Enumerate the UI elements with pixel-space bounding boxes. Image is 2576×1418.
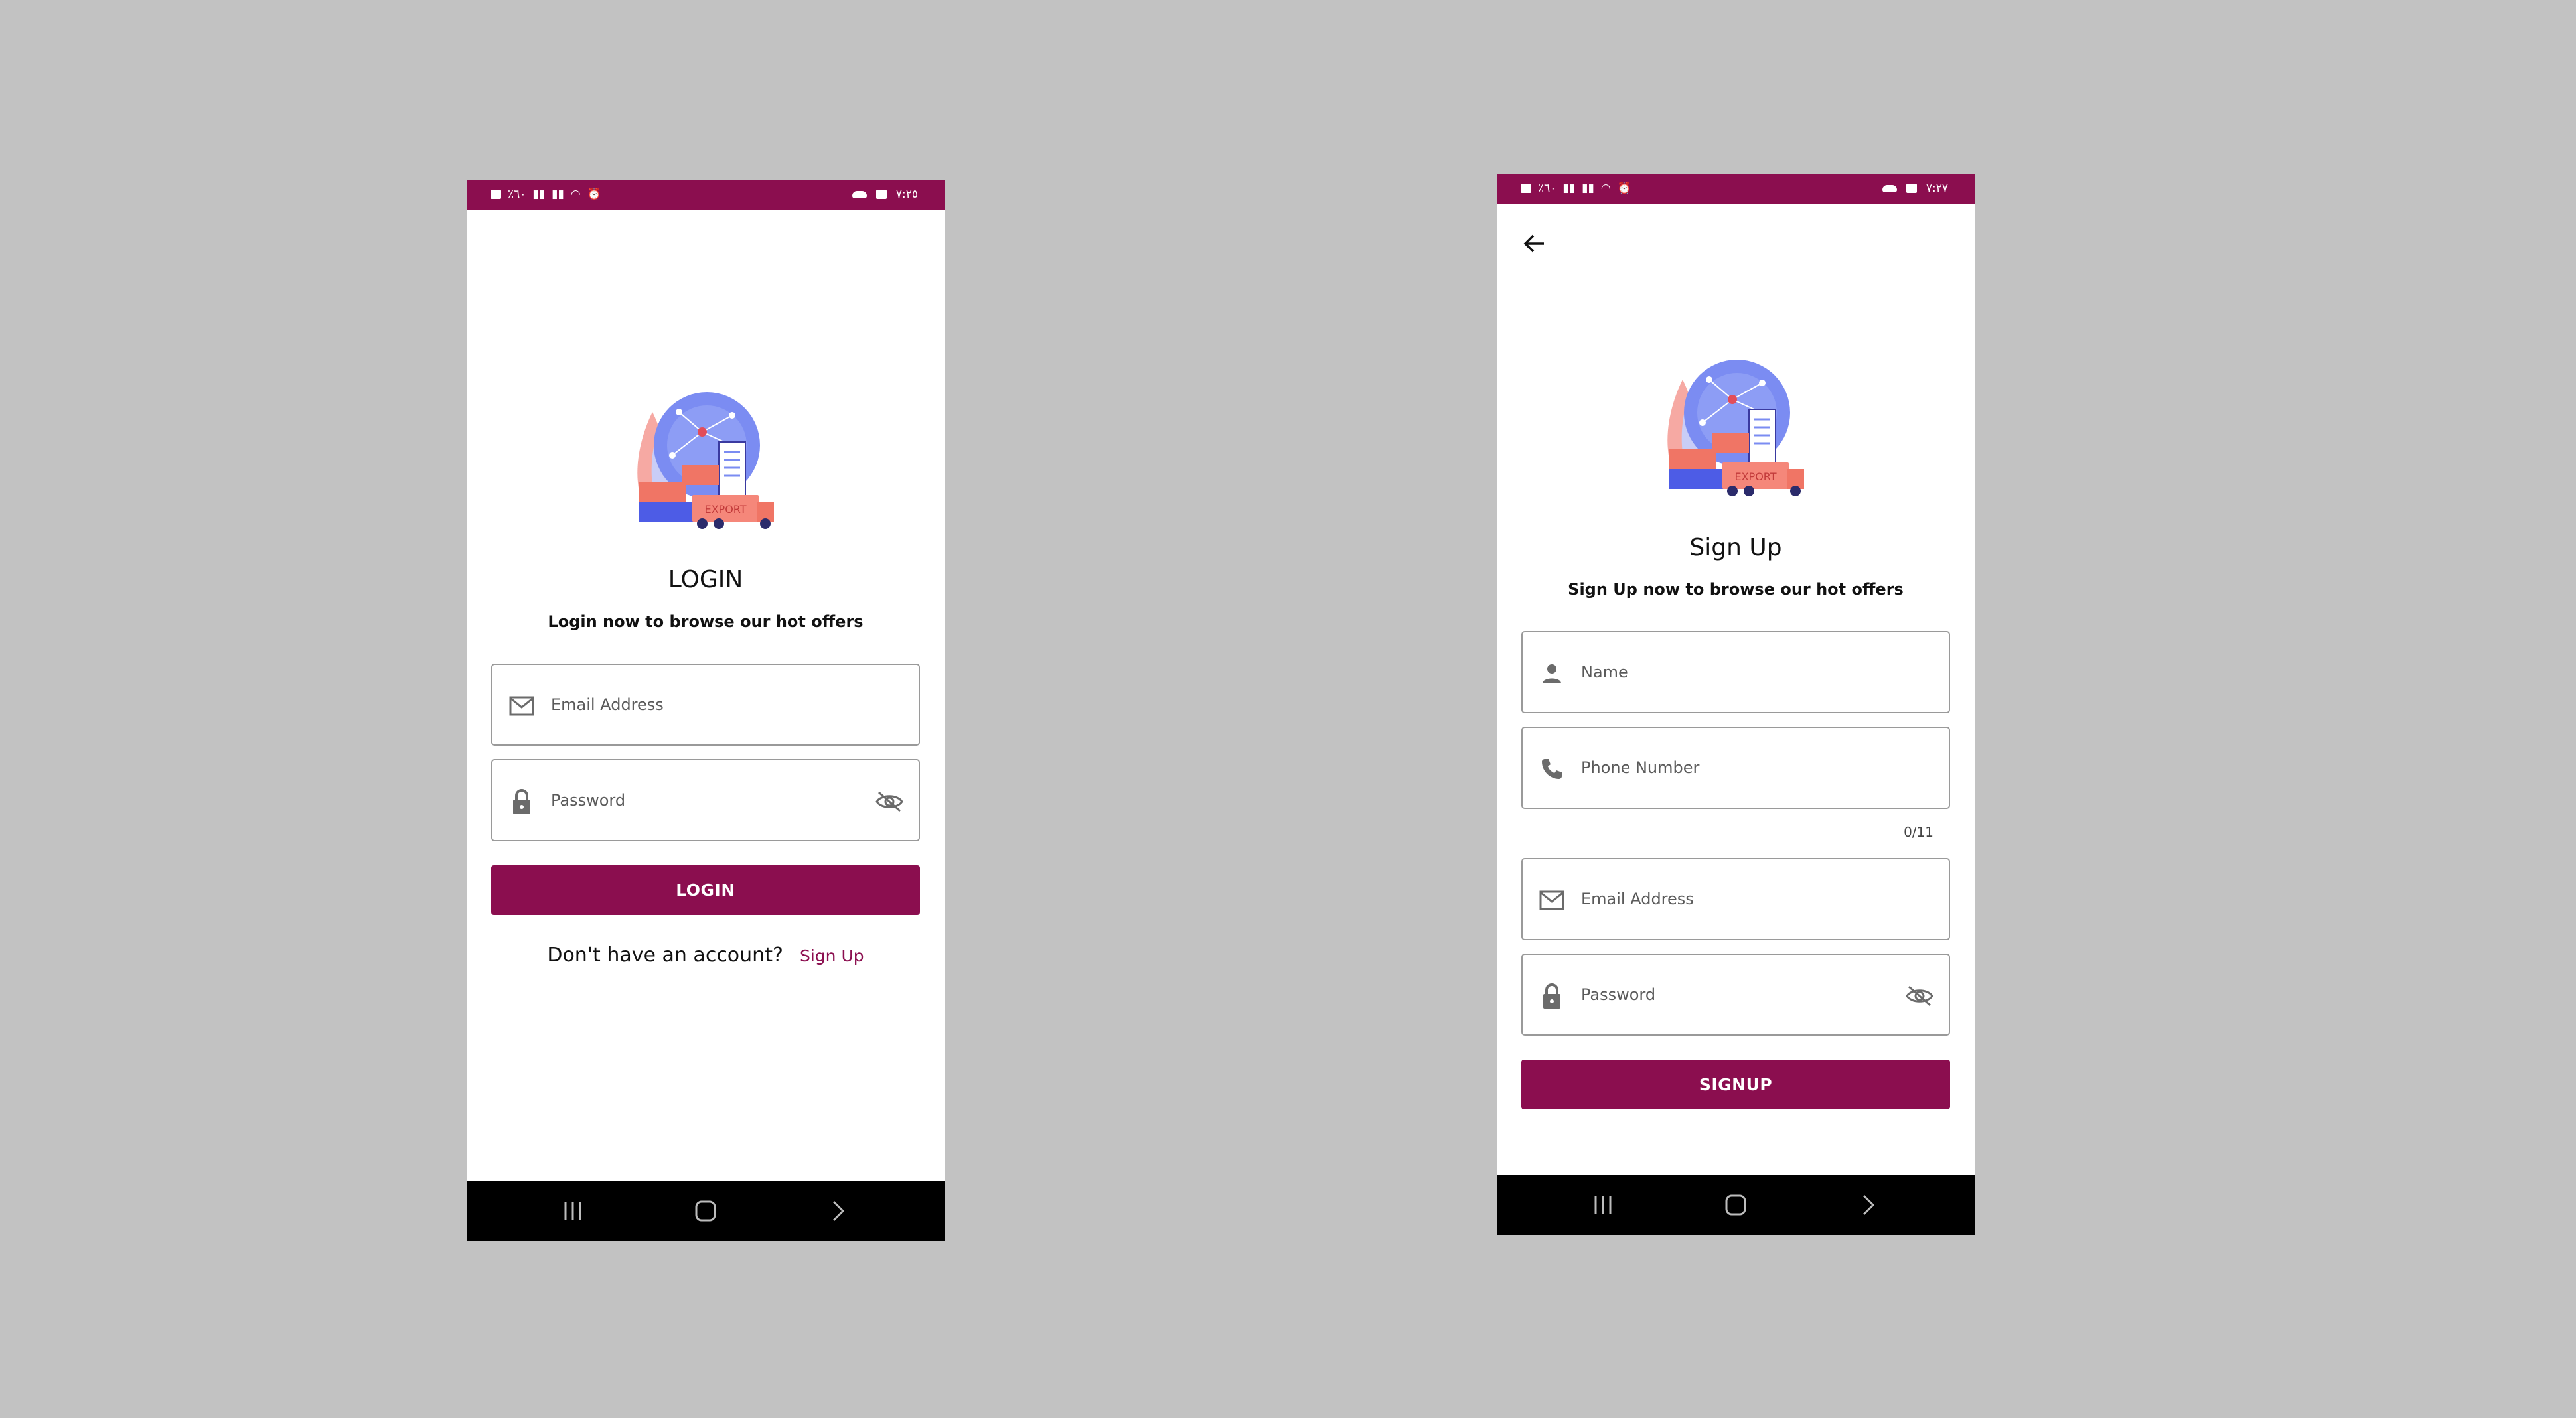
location-pin	[698, 427, 707, 437]
status-right: ٧:٢٧	[1882, 182, 1948, 195]
status-left: ٪٦٠ ▮▮ ▮▮ ◠ ⏰	[491, 188, 601, 201]
mail-icon	[507, 691, 536, 721]
status-right: ٧:٢٥	[852, 188, 918, 201]
battery-icon	[491, 190, 501, 199]
signup-link[interactable]: Sign Up	[800, 946, 864, 965]
arrow-left-icon[interactable]	[1518, 227, 1551, 260]
chevron-right-icon	[832, 1200, 845, 1222]
battery-percent: ٪٦٠	[508, 188, 526, 201]
password-input[interactable]	[551, 780, 856, 820]
signup-prompt: Don't have an account? Sign Up	[467, 944, 945, 967]
chevron-right-icon	[1862, 1194, 1875, 1216]
password-field[interactable]	[491, 759, 920, 841]
phone-field[interactable]	[1521, 727, 1950, 809]
container-top	[639, 482, 686, 502]
signal-icon: ▮▮	[1562, 182, 1576, 195]
person-icon	[1537, 659, 1566, 688]
login-button[interactable]: LOGIN	[491, 865, 920, 915]
name-field[interactable]	[1521, 631, 1950, 713]
wifi-icon: ◠	[1600, 182, 1611, 195]
wheel	[1727, 486, 1738, 496]
phone-input[interactable]	[1581, 748, 1886, 788]
cloud-icon	[852, 190, 867, 198]
home-icon	[1725, 1194, 1746, 1216]
status-left: ٪٦٠ ▮▮ ▮▮ ◠ ⏰	[1521, 182, 1631, 195]
home-button[interactable]	[666, 1181, 745, 1241]
wifi-icon: ◠	[570, 188, 581, 201]
email-field[interactable]	[1521, 858, 1950, 940]
wheel-3	[1790, 486, 1801, 496]
email-field[interactable]	[491, 664, 920, 746]
page-title: LOGIN	[668, 566, 743, 593]
home-icon	[695, 1200, 716, 1222]
signal-icon: ▮▮	[532, 188, 546, 201]
wheel	[697, 518, 708, 529]
export-illustration: EXPORT	[637, 392, 774, 529]
status-bar: ٪٦٠ ▮▮ ▮▮ ◠ ⏰ ٧:٢٧	[1497, 174, 1975, 204]
cloud-icon	[1882, 184, 1897, 192]
email-input[interactable]	[551, 685, 856, 725]
eye-off-icon[interactable]	[873, 787, 905, 816]
export-illustration: EXPORT	[1667, 360, 1804, 496]
signup-button[interactable]: SIGNUP	[1521, 1060, 1950, 1109]
recent-apps-button[interactable]	[533, 1181, 613, 1241]
status-bar: ٪٦٠ ▮▮ ▮▮ ◠ ⏰ ٧:٢٥	[467, 180, 945, 210]
alarm-icon: ⏰	[587, 188, 601, 201]
page-title: Sign Up	[1689, 534, 1782, 561]
image-icon	[1906, 184, 1917, 193]
battery-icon	[1521, 184, 1531, 193]
wheel-2	[1744, 486, 1754, 496]
password-input[interactable]	[1581, 975, 1886, 1015]
signal-icon-2: ▮▮	[552, 188, 564, 201]
back-button[interactable]	[1829, 1175, 1908, 1235]
email-input[interactable]	[1581, 879, 1886, 919]
container-bottom	[1669, 469, 1729, 489]
recent-apps-button[interactable]	[1563, 1175, 1643, 1235]
name-input[interactable]	[1581, 652, 1886, 692]
lock-icon	[1537, 981, 1566, 1011]
export-label: EXPORT	[704, 503, 746, 516]
system-nav-bar	[467, 1181, 945, 1241]
status-time: ٧:٢٥	[895, 188, 918, 201]
signup-screen: ٪٦٠ ▮▮ ▮▮ ◠ ⏰ ٧:٢٧ EXPORT Sign Up Sign U…	[1497, 174, 1975, 1235]
eye-off-icon[interactable]	[1904, 981, 1935, 1011]
page-subtitle: Login now to browse our hot offers	[548, 612, 864, 631]
location-pin	[1728, 395, 1737, 404]
login-screen: ٪٦٠ ▮▮ ▮▮ ◠ ⏰ ٧:٢٥ EXPORT LOGIN Login no…	[467, 180, 945, 1241]
container-stack	[682, 465, 719, 485]
no-account-text: Don't have an account?	[547, 944, 783, 967]
page-subtitle: Sign Up now to browse our hot offers	[1568, 580, 1904, 599]
recent-apps-icon	[1594, 1196, 1612, 1214]
status-time: ٧:٢٧	[1926, 182, 1948, 195]
home-button[interactable]	[1696, 1175, 1776, 1235]
image-icon	[875, 190, 887, 199]
system-nav-bar	[1497, 1175, 1975, 1235]
password-field[interactable]	[1521, 954, 1950, 1036]
mail-icon	[1537, 886, 1566, 915]
back-button[interactable]	[798, 1181, 878, 1241]
battery-percent: ٪٦٠	[1538, 182, 1556, 195]
recent-apps-icon	[564, 1202, 581, 1220]
alarm-icon: ⏰	[1617, 182, 1631, 195]
container-top	[1669, 449, 1716, 469]
lock-icon	[507, 787, 536, 816]
container-stack	[1712, 433, 1749, 453]
phone-icon	[1537, 754, 1566, 784]
export-label: EXPORT	[1734, 470, 1776, 483]
signal-icon-2: ▮▮	[1582, 182, 1594, 195]
wheel-3	[760, 518, 771, 529]
container-bottom	[639, 502, 699, 522]
phone-char-counter: 0/11	[1904, 824, 1933, 840]
wheel-2	[714, 518, 724, 529]
